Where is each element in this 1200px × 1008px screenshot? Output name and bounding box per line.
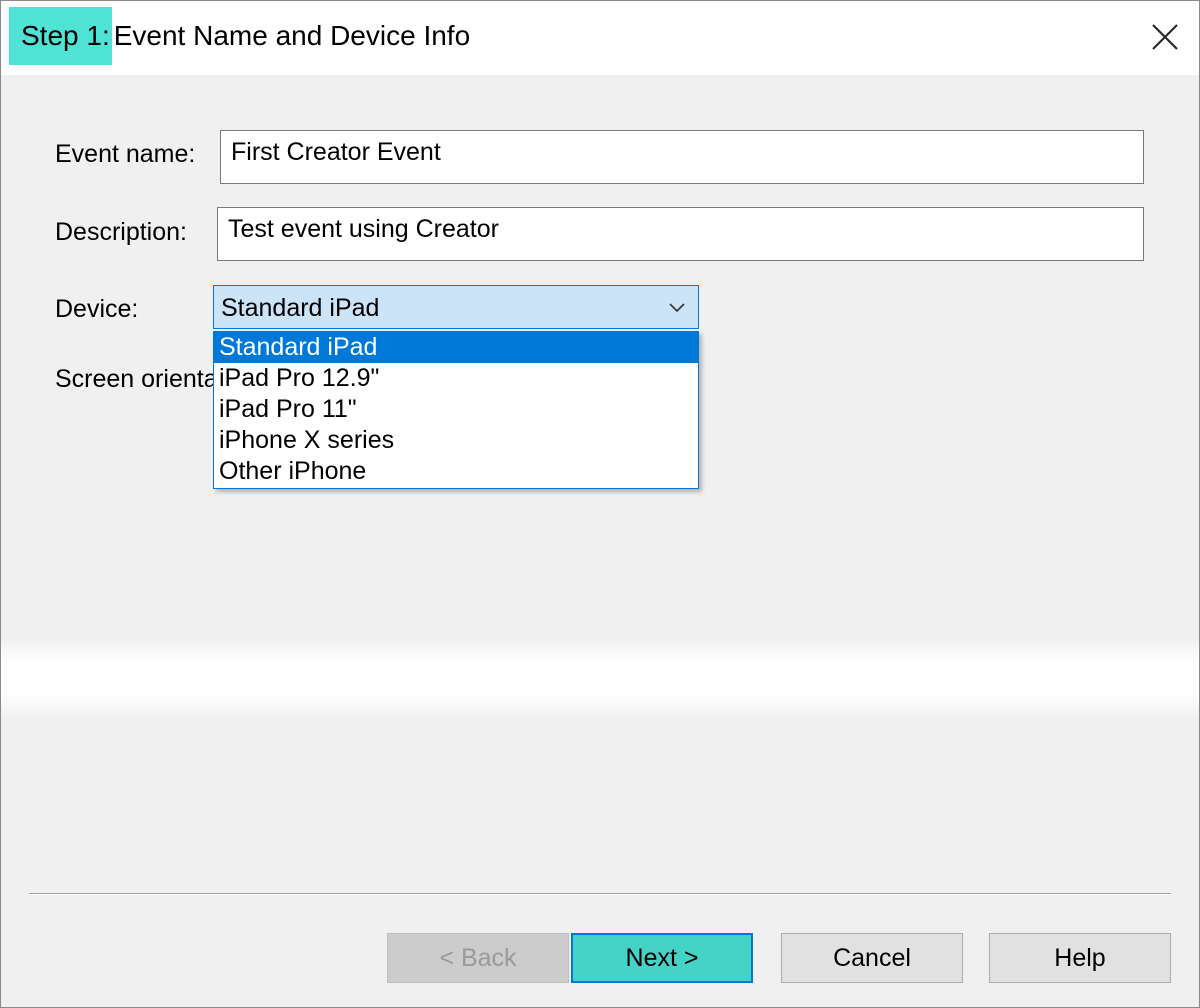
event-name-label: Event name: <box>55 140 196 168</box>
description-label: Description: <box>55 218 187 246</box>
title-step-highlight: Step 1: <box>9 7 112 65</box>
chevron-down-icon <box>669 303 685 313</box>
device-dropdown-list: Standard iPad iPad Pro 12.9" iPad Pro 11… <box>213 331 699 489</box>
screen-glare <box>1 637 1199 717</box>
help-button[interactable]: Help <box>989 933 1171 983</box>
cancel-button[interactable]: Cancel <box>781 933 963 983</box>
device-option-standard-ipad[interactable]: Standard iPad <box>214 332 698 363</box>
close-button[interactable] <box>1147 19 1183 55</box>
title-text: Event Name and Device Info <box>113 20 471 51</box>
device-select[interactable]: Standard iPad <box>213 285 699 329</box>
wizard-dialog: Step 1: Event Name and Device Info Event… <box>0 0 1200 1008</box>
device-option-other-iphone[interactable]: Other iPhone <box>214 456 698 487</box>
dialog-title: Step 1: Event Name and Device Info <box>9 7 470 65</box>
device-selected-value: Standard iPad <box>221 294 380 322</box>
title-bar: Step 1: Event Name and Device Info <box>1 1 1199 75</box>
next-button[interactable]: Next > <box>571 933 753 983</box>
description-field[interactable]: Test event using Creator <box>217 207 1144 261</box>
close-icon <box>1152 24 1178 50</box>
back-button[interactable]: < Back <box>387 933 569 983</box>
device-option-ipad-pro-11[interactable]: iPad Pro 11" <box>214 394 698 425</box>
button-separator <box>29 893 1171 895</box>
device-option-iphone-x-series[interactable]: iPhone X series <box>214 425 698 456</box>
event-name-field[interactable]: First Creator Event <box>220 130 1144 184</box>
device-option-ipad-pro-12-9[interactable]: iPad Pro 12.9" <box>214 363 698 394</box>
device-label: Device: <box>55 295 139 323</box>
screen-orientation-label: Screen orienta <box>55 365 218 393</box>
